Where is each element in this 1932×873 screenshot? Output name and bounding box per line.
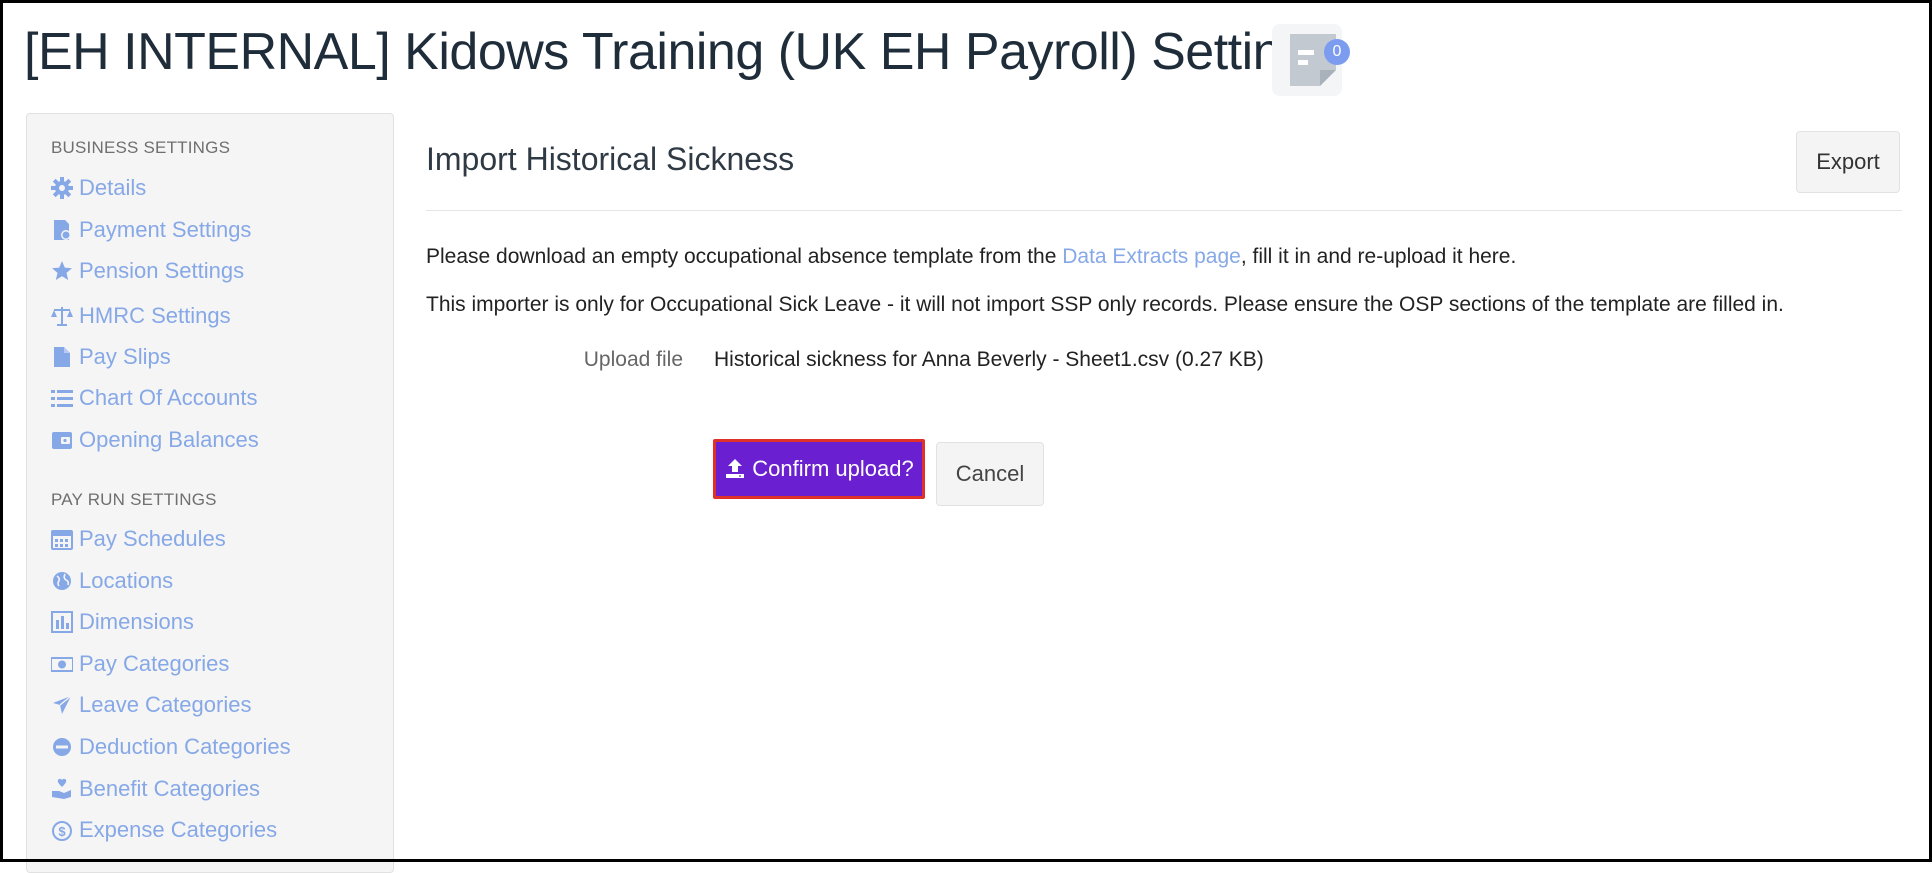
- upload-icon: [726, 459, 745, 478]
- sidebar-item-label: HMRC Settings: [79, 303, 231, 328]
- notes-count-badge: 0: [1324, 39, 1350, 65]
- sidebar-item-opening-balances[interactable]: Opening Balances: [51, 425, 259, 455]
- sidebar-item-label: Deduction Categories: [79, 734, 291, 759]
- sidebar-item-label: Details: [79, 175, 147, 200]
- minus-circle-icon: [51, 736, 73, 758]
- bar-chart-icon: [51, 611, 73, 633]
- dollar-circle-icon: $: [51, 819, 73, 841]
- sidebar-item-leave-categories[interactable]: Leave Categories: [51, 690, 251, 720]
- list-icon: [51, 387, 73, 409]
- sidebar-item-label: Expense Categories: [79, 817, 278, 842]
- sidebar-item-label: Payment Settings: [79, 217, 252, 242]
- sidebar-item-deduction-categories[interactable]: Deduction Categories: [51, 732, 291, 762]
- panel-title: Import Historical Sickness: [426, 141, 795, 177]
- sidebar-item-label: Leave Categories: [79, 692, 252, 717]
- star-icon: [51, 260, 73, 282]
- cancel-button[interactable]: Cancel: [936, 442, 1044, 506]
- sidebar-item-label: Pension Settings: [79, 258, 245, 283]
- sidebar-item-label: Opening Balances: [79, 427, 259, 452]
- sidebar-item-label: Pay Slips: [79, 344, 171, 369]
- payment-doc-icon: [51, 219, 73, 241]
- page-title: [EH INTERNAL] Kidows Training (UK EH Pay…: [24, 23, 1335, 81]
- sidebar-item-expense-categories[interactable]: $ Expense Categories: [51, 815, 277, 845]
- business-settings-heading: BUSINESS SETTINGS: [51, 138, 231, 157]
- sidebar-item-dimensions[interactable]: Dimensions: [51, 607, 194, 637]
- sidebar-item-pay-slips[interactable]: Pay Slips: [51, 342, 171, 372]
- sidebar-item-hmrc-settings[interactable]: HMRC Settings: [51, 301, 231, 331]
- file-icon: [51, 346, 73, 368]
- sidebar-item-label: Benefit Categories: [79, 776, 260, 801]
- sidebar-item-label: Dimensions: [79, 609, 194, 634]
- sidebar-item-pay-schedules[interactable]: Pay Schedules: [51, 524, 226, 554]
- sidebar-item-chart-of-accounts[interactable]: Chart Of Accounts: [51, 383, 258, 413]
- export-button[interactable]: Export: [1796, 131, 1900, 193]
- sidebar-item-label: Chart Of Accounts: [79, 385, 258, 410]
- hand-heart-icon: [51, 778, 73, 800]
- divider: [426, 210, 1902, 211]
- plane-icon: [51, 694, 73, 716]
- sidebar-item-pension-settings[interactable]: Pension Settings: [51, 256, 244, 286]
- sidebar-item-locations[interactable]: Locations: [51, 566, 173, 596]
- wallet-icon: [51, 429, 73, 451]
- sidebar-item-label: Pay Schedules: [79, 526, 226, 551]
- confirm-upload-label: Confirm upload?: [752, 456, 914, 481]
- calendar-icon: [51, 528, 73, 550]
- scales-icon: [51, 305, 73, 327]
- upload-file-name: Historical sickness for Anna Beverly - S…: [714, 348, 1264, 371]
- instructions-text: Please download an empty occupational ab…: [426, 245, 1063, 268]
- money-icon: [51, 653, 73, 675]
- svg-text:$: $: [58, 824, 66, 839]
- template-instructions: Please download an empty occupational ab…: [426, 245, 1516, 269]
- sidebar-item-pay-categories[interactable]: Pay Categories: [51, 649, 229, 679]
- pay-run-settings-heading: PAY RUN SETTINGS: [51, 490, 217, 509]
- sidebar-item-label: Pay Categories: [79, 651, 230, 676]
- upload-file-label: Upload file: [583, 348, 683, 371]
- notes-button[interactable]: 0: [1272, 24, 1350, 96]
- sidebar-item-label: Locations: [79, 568, 174, 593]
- gear-icon: [51, 177, 73, 199]
- settings-sidebar: BUSINESS SETTINGS Details Payment Settin…: [26, 113, 394, 873]
- sidebar-item-payment-settings[interactable]: Payment Settings: [51, 215, 251, 245]
- instructions-text-end: , fill it in and re-upload it here.: [1240, 245, 1517, 268]
- globe-icon: [51, 570, 73, 592]
- osp-notice: This importer is only for Occupational S…: [426, 293, 1784, 316]
- data-extracts-link[interactable]: Data Extracts page: [1062, 245, 1241, 268]
- confirm-upload-button[interactable]: Confirm upload?: [713, 439, 925, 499]
- sidebar-item-details[interactable]: Details: [51, 173, 146, 203]
- sidebar-item-benefit-categories[interactable]: Benefit Categories: [51, 774, 260, 804]
